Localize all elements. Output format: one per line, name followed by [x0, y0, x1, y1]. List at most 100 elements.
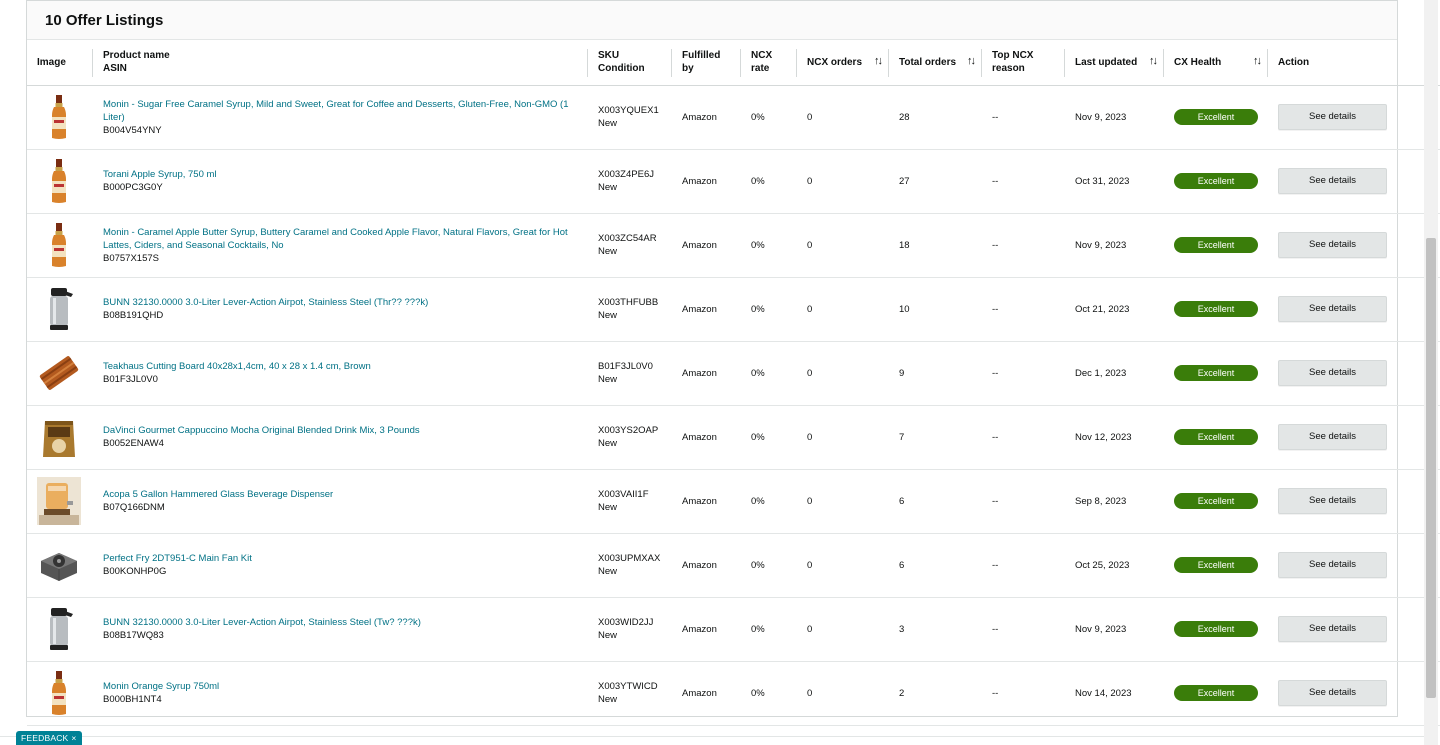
fulfilled-by-cell: Amazon: [682, 175, 717, 187]
sort-icon[interactable]: ↑↓: [967, 55, 976, 68]
product-name-link[interactable]: Monin - Caramel Apple Butter Syrup, Butt…: [103, 226, 578, 252]
cx-health-badge: Excellent: [1174, 173, 1258, 189]
sort-icon[interactable]: ↑↓: [1149, 55, 1158, 68]
see-details-button[interactable]: See details: [1278, 168, 1387, 194]
asin-text: B07Q166DNM: [103, 502, 165, 513]
col-header-cx-health[interactable]: CX Health ↑↓: [1164, 40, 1268, 85]
asin-text: B000BH1NT4: [103, 694, 162, 705]
ncx-orders-cell: 0: [807, 623, 813, 635]
cx-health-badge: Excellent: [1174, 557, 1258, 573]
last-updated-cell: Sep 8, 2023: [1075, 495, 1127, 507]
syrup-bottle-icon[interactable]: [37, 669, 81, 717]
total-orders-cell: 2: [899, 687, 905, 699]
ncx-rate-cell: 0%: [751, 111, 765, 123]
beverage-dispenser-icon[interactable]: [37, 477, 81, 525]
ncx-rate-cell: 0%: [751, 559, 765, 571]
condition-text: New: [598, 694, 618, 705]
see-details-button[interactable]: See details: [1278, 552, 1387, 578]
sku-text: X003YQUEX1: [598, 105, 659, 116]
ncx-rate-cell: 0%: [751, 367, 765, 379]
see-details-button[interactable]: See details: [1278, 424, 1387, 450]
col-header-last-updated[interactable]: Last updated ↑↓: [1065, 40, 1164, 85]
condition-text: New: [598, 246, 618, 257]
sku-text: X003WID2JJ: [598, 617, 654, 628]
last-updated-cell: Nov 12, 2023: [1075, 431, 1132, 443]
cx-health-badge: Excellent: [1174, 685, 1258, 701]
sku-text: X003ZC54AR: [598, 233, 657, 244]
product-name-link[interactable]: Acopa 5 Gallon Hammered Glass Beverage D…: [103, 488, 578, 501]
table-row: BUNN 32130.0000 3.0-Liter Lever-Action A…: [27, 277, 1440, 341]
col-header-fulfilled-by: Fulfilled by: [672, 40, 741, 85]
fulfilled-by-cell: Amazon: [682, 559, 717, 571]
col-header-sku: SKU Condition: [588, 40, 672, 85]
syrup-bottle-icon[interactable]: [37, 157, 81, 205]
see-details-button[interactable]: See details: [1278, 360, 1387, 386]
last-updated-cell: Nov 9, 2023: [1075, 111, 1127, 123]
product-name-link[interactable]: BUNN 32130.0000 3.0-Liter Lever-Action A…: [103, 616, 578, 629]
ncx-orders-cell: 0: [807, 111, 813, 123]
ncx-orders-cell: 0: [807, 367, 813, 379]
see-details-button[interactable]: See details: [1278, 104, 1387, 130]
see-details-button[interactable]: See details: [1278, 680, 1387, 706]
last-updated-cell: Nov 14, 2023: [1075, 687, 1132, 699]
airpot-icon[interactable]: [37, 605, 81, 653]
product-name-link[interactable]: Monin - Sugar Free Caramel Syrup, Mild a…: [103, 98, 578, 124]
see-details-button[interactable]: See details: [1278, 296, 1387, 322]
fulfilled-by-cell: Amazon: [682, 367, 717, 379]
sku-text: X003YTWICD: [598, 681, 658, 692]
product-name-link[interactable]: Torani Apple Syrup, 750 ml: [103, 168, 578, 181]
ncx-orders-cell: 0: [807, 239, 813, 251]
condition-text: New: [598, 630, 618, 641]
feedback-button[interactable]: FEEDBACK ×: [16, 731, 82, 745]
asin-text: B00KONHP0G: [103, 566, 167, 577]
product-name-link[interactable]: DaVinci Gourmet Cappuccino Mocha Origina…: [103, 424, 578, 437]
cx-health-badge: Excellent: [1174, 301, 1258, 317]
product-name-link[interactable]: Perfect Fry 2DT951-C Main Fan Kit: [103, 552, 578, 565]
see-details-button[interactable]: See details: [1278, 488, 1387, 514]
scrollbar-thumb[interactable]: [1426, 238, 1436, 698]
product-name-link[interactable]: BUNN 32130.0000 3.0-Liter Lever-Action A…: [103, 296, 578, 309]
last-updated-cell: Oct 21, 2023: [1075, 303, 1130, 315]
condition-text: New: [598, 182, 618, 193]
sku-text: X003VAII1F: [598, 489, 649, 500]
asin-text: B08B191QHD: [103, 310, 164, 321]
ncx-rate-cell: 0%: [751, 623, 765, 635]
sort-icon[interactable]: ↑↓: [1253, 55, 1262, 68]
condition-text: New: [598, 374, 618, 385]
sku-text: X003UPMXAX: [598, 553, 661, 564]
ncx-orders-cell: 0: [807, 303, 813, 315]
total-orders-cell: 27: [899, 175, 910, 187]
see-details-button[interactable]: See details: [1278, 232, 1387, 258]
cutting-board-icon[interactable]: [37, 349, 81, 397]
drink-mix-bag-icon[interactable]: [37, 413, 81, 461]
see-details-button[interactable]: See details: [1278, 616, 1387, 642]
total-orders-cell: 6: [899, 495, 905, 507]
table-row: Monin - Sugar Free Caramel Syrup, Mild a…: [27, 85, 1440, 149]
fan-kit-icon[interactable]: [37, 541, 81, 589]
product-name-link[interactable]: Monin Orange Syrup 750ml: [103, 680, 578, 693]
col-header-total-orders[interactable]: Total orders ↑↓: [889, 40, 982, 85]
top-ncx-reason-cell: --: [992, 559, 999, 571]
fulfilled-by-cell: Amazon: [682, 239, 717, 251]
ncx-orders-cell: 0: [807, 175, 813, 187]
top-ncx-reason-cell: --: [992, 687, 999, 699]
col-header-ncx-orders[interactable]: NCX orders ↑↓: [797, 40, 889, 85]
page-scrollbar[interactable]: [1424, 0, 1438, 745]
close-icon[interactable]: ×: [71, 733, 76, 743]
cx-health-badge: Excellent: [1174, 237, 1258, 253]
fulfilled-by-cell: Amazon: [682, 495, 717, 507]
product-name-link[interactable]: Teakhaus Cutting Board 40x28x1,4cm, 40 x…: [103, 360, 578, 373]
total-orders-cell: 18: [899, 239, 910, 251]
cx-health-badge: Excellent: [1174, 365, 1258, 381]
total-orders-cell: 10: [899, 303, 910, 315]
asin-text: B0757X157S: [103, 252, 159, 264]
col-header-action: Action: [1278, 56, 1310, 68]
condition-text: New: [598, 310, 618, 321]
last-updated-cell: Oct 31, 2023: [1075, 175, 1130, 187]
airpot-icon[interactable]: [37, 285, 81, 333]
col-header-ncx-rate: NCX rate: [741, 40, 797, 85]
syrup-bottle-icon[interactable]: [37, 93, 81, 141]
sort-icon[interactable]: ↑↓: [874, 55, 883, 68]
syrup-bottle-icon[interactable]: [37, 221, 81, 269]
ncx-rate-cell: 0%: [751, 495, 765, 507]
